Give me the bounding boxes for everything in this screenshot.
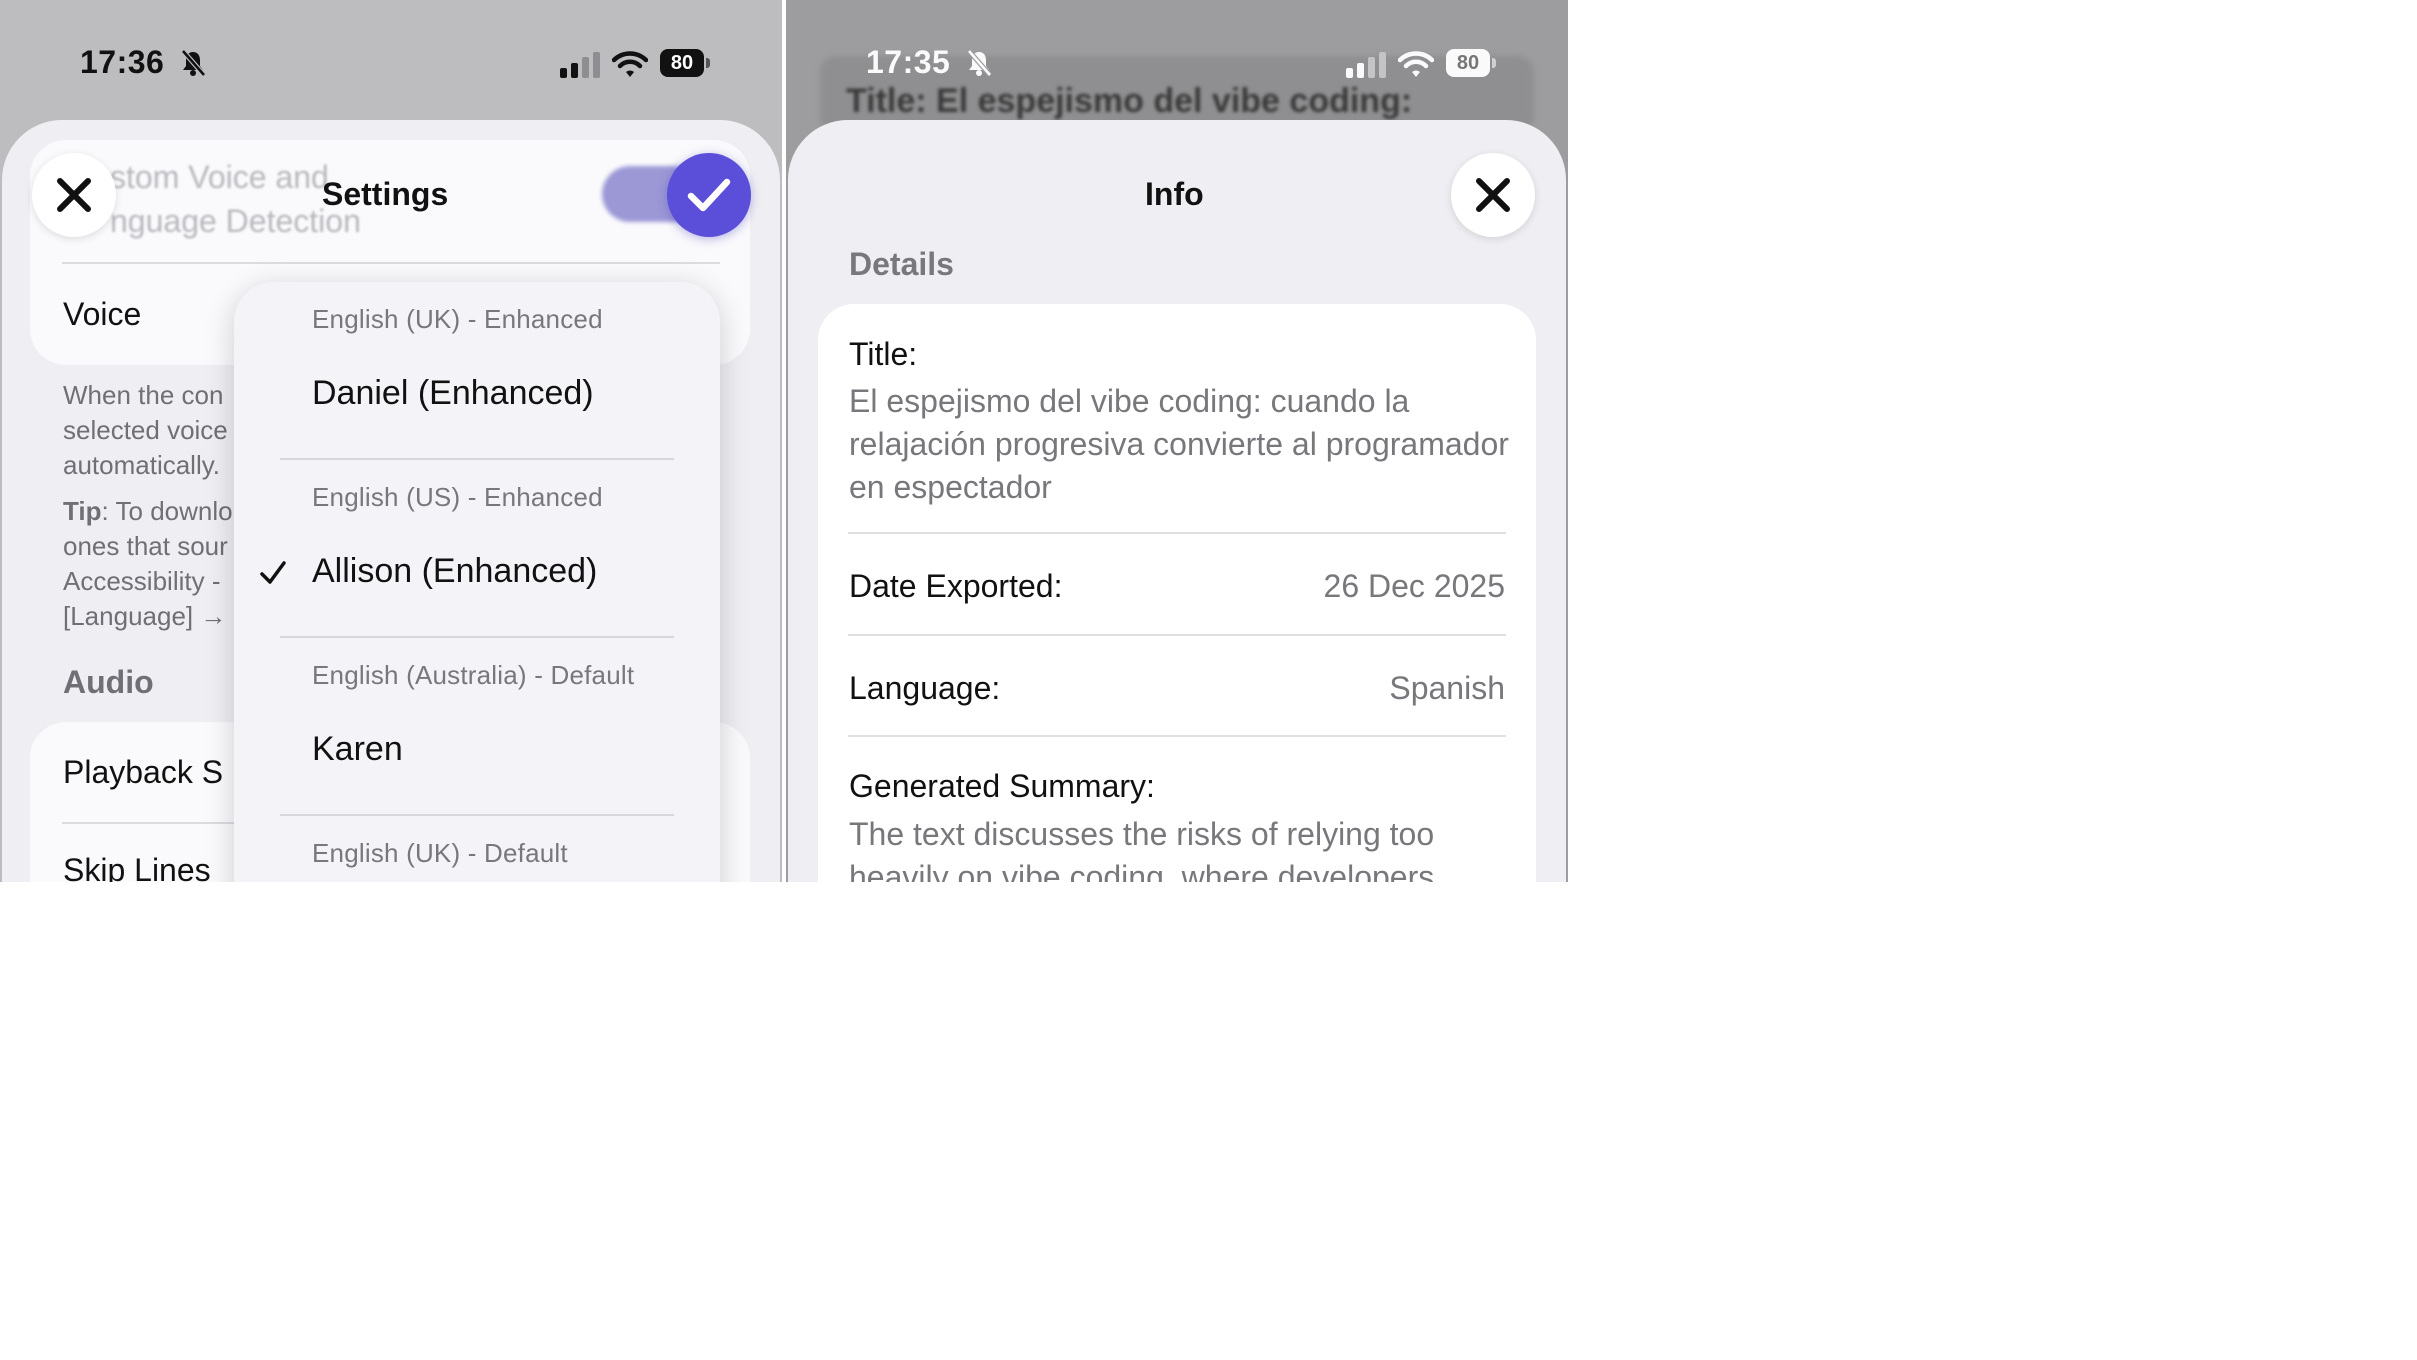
page-title: Info bbox=[1145, 176, 1204, 212]
background-banner-text: Title: El espejismo del vibe coding: bbox=[846, 82, 1413, 120]
battery-icon: 80 bbox=[1446, 49, 1496, 77]
confirm-button[interactable] bbox=[667, 153, 751, 237]
silent-bell-icon bbox=[181, 49, 206, 77]
language-label: Language: bbox=[849, 670, 1001, 706]
menu-item-subtitle: English (Australia) - Default bbox=[312, 660, 635, 690]
voice-tip: Tip: To downlo ones that sour Accessibil… bbox=[63, 496, 233, 631]
audio-section-header: Audio bbox=[63, 664, 154, 700]
menu-item-subtitle: English (UK) - Enhanced bbox=[312, 304, 603, 334]
status-time: 17:35 bbox=[866, 44, 951, 80]
close-button[interactable] bbox=[1451, 153, 1535, 237]
battery-icon: 80 bbox=[660, 49, 710, 77]
silent-bell-icon bbox=[967, 49, 992, 77]
title-value: El espejismo del vibe coding: cuando la … bbox=[849, 383, 1509, 505]
info-screen: Title: El espejismo del vibe coding: 17:… bbox=[786, 0, 1568, 882]
language-value: Spanish bbox=[1389, 670, 1505, 706]
menu-item-name: Allison (Enhanced) bbox=[312, 552, 598, 590]
menu-item-name: Daniel (Enhanced) bbox=[312, 374, 594, 412]
page-title: Settings bbox=[322, 176, 449, 212]
date-exported-label: Date Exported: bbox=[849, 568, 1063, 604]
cellular-signal-icon bbox=[1346, 52, 1386, 78]
divider bbox=[848, 532, 1506, 534]
close-button[interactable] bbox=[32, 153, 116, 237]
menu-item-name: Karen bbox=[312, 730, 403, 768]
divider bbox=[62, 262, 720, 264]
cellular-signal-icon bbox=[560, 52, 600, 78]
menu-item-uk-default[interactable]: English (UK) - Default bbox=[234, 816, 720, 882]
divider bbox=[848, 634, 1506, 636]
menu-item-subtitle: English (UK) - Default bbox=[312, 838, 568, 868]
close-icon bbox=[57, 178, 91, 212]
voice-label: Voice bbox=[63, 296, 142, 332]
details-section-header: Details bbox=[849, 246, 954, 282]
status-bar: 17:35 80 bbox=[786, 44, 1568, 84]
menu-item-allison[interactable]: English (US) - Enhanced Allison (Enhance… bbox=[234, 460, 720, 638]
voice-picker-menu: English (UK) - Enhanced Daniel (Enhanced… bbox=[234, 282, 720, 882]
divider bbox=[848, 735, 1506, 737]
generated-summary-value: The text discusses the risks of relying … bbox=[849, 816, 1435, 882]
wifi-icon bbox=[612, 51, 648, 77]
selected-checkmark-icon bbox=[260, 561, 286, 584]
skip-lines-row[interactable]: Skip Lines bbox=[63, 852, 233, 882]
menu-item-daniel[interactable]: English (UK) - Enhanced Daniel (Enhanced… bbox=[234, 282, 720, 460]
playback-speed-row[interactable]: Playback S bbox=[63, 754, 233, 791]
generated-summary-label: Generated Summary: bbox=[849, 768, 1155, 804]
menu-item-subtitle: English (US) - Enhanced bbox=[312, 482, 603, 512]
close-icon bbox=[1476, 178, 1510, 212]
settings-screen: 17:36 80 stom Voice and nguage Detection bbox=[0, 0, 782, 882]
wifi-icon bbox=[1398, 51, 1434, 77]
battery-level: 80 bbox=[660, 49, 704, 77]
voice-footnote: When the con selected voice automaticall… bbox=[63, 380, 228, 480]
battery-level: 80 bbox=[1446, 49, 1490, 77]
date-exported-value: 26 Dec 2025 bbox=[1323, 568, 1505, 604]
title-label: Title: bbox=[849, 336, 918, 372]
checkmark-icon bbox=[687, 178, 731, 212]
menu-item-karen[interactable]: English (Australia) - Default Karen bbox=[234, 638, 720, 816]
status-time: 17:36 bbox=[80, 44, 165, 80]
status-bar: 17:36 80 bbox=[0, 44, 782, 84]
